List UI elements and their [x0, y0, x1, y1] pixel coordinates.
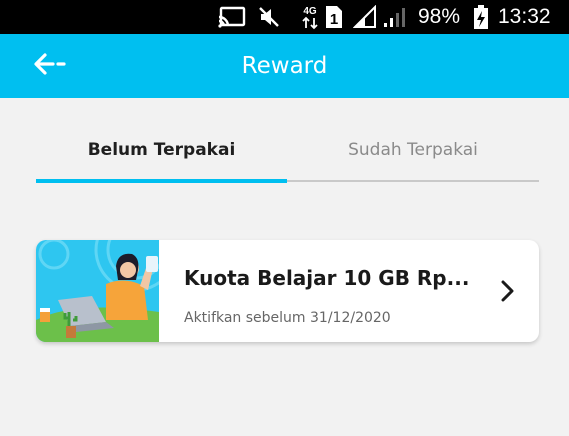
battery-charging-icon [473, 0, 489, 34]
back-arrow-icon [33, 52, 67, 80]
tab-sudah-terpakai[interactable]: Sudah Terpakai [287, 120, 539, 180]
reward-expiry: Aktifkan sebelum 31/12/2020 [184, 310, 391, 326]
back-button[interactable] [26, 48, 74, 84]
sim-1-icon: 1 [325, 0, 343, 34]
page-title: Reward [241, 53, 328, 79]
chevron-right-icon[interactable] [494, 276, 520, 306]
battery-percentage: 98% [418, 5, 461, 28]
signal-sim2-icon [382, 0, 406, 34]
reward-card[interactable]: Kuota Belajar 10 GB Rp... Aktifkan sebel… [36, 240, 539, 342]
reward-title: Kuota Belajar 10 GB Rp... [184, 266, 470, 290]
reward-tabs: Belum Terpakai Sudah Terpakai [36, 120, 539, 183]
sim-label: 1 [330, 11, 338, 28]
tab-label: Belum Terpakai [87, 140, 236, 160]
cast-icon [218, 0, 246, 34]
network-4g-icon: 4G [300, 0, 320, 34]
clock: 13:32 [498, 5, 551, 28]
tab-label: Sudah Terpakai [348, 140, 478, 160]
tab-belum-terpakai[interactable]: Belum Terpakai [36, 120, 287, 180]
reward-illustration [36, 240, 178, 342]
network-label: 4G [303, 6, 317, 17]
signal-sim1-icon [353, 0, 377, 34]
mute-icon [258, 0, 280, 34]
status-bar: 4G 1 98% 13:32 [0, 0, 569, 34]
tab-active-indicator [36, 179, 287, 183]
app-bar: Reward [0, 34, 569, 98]
